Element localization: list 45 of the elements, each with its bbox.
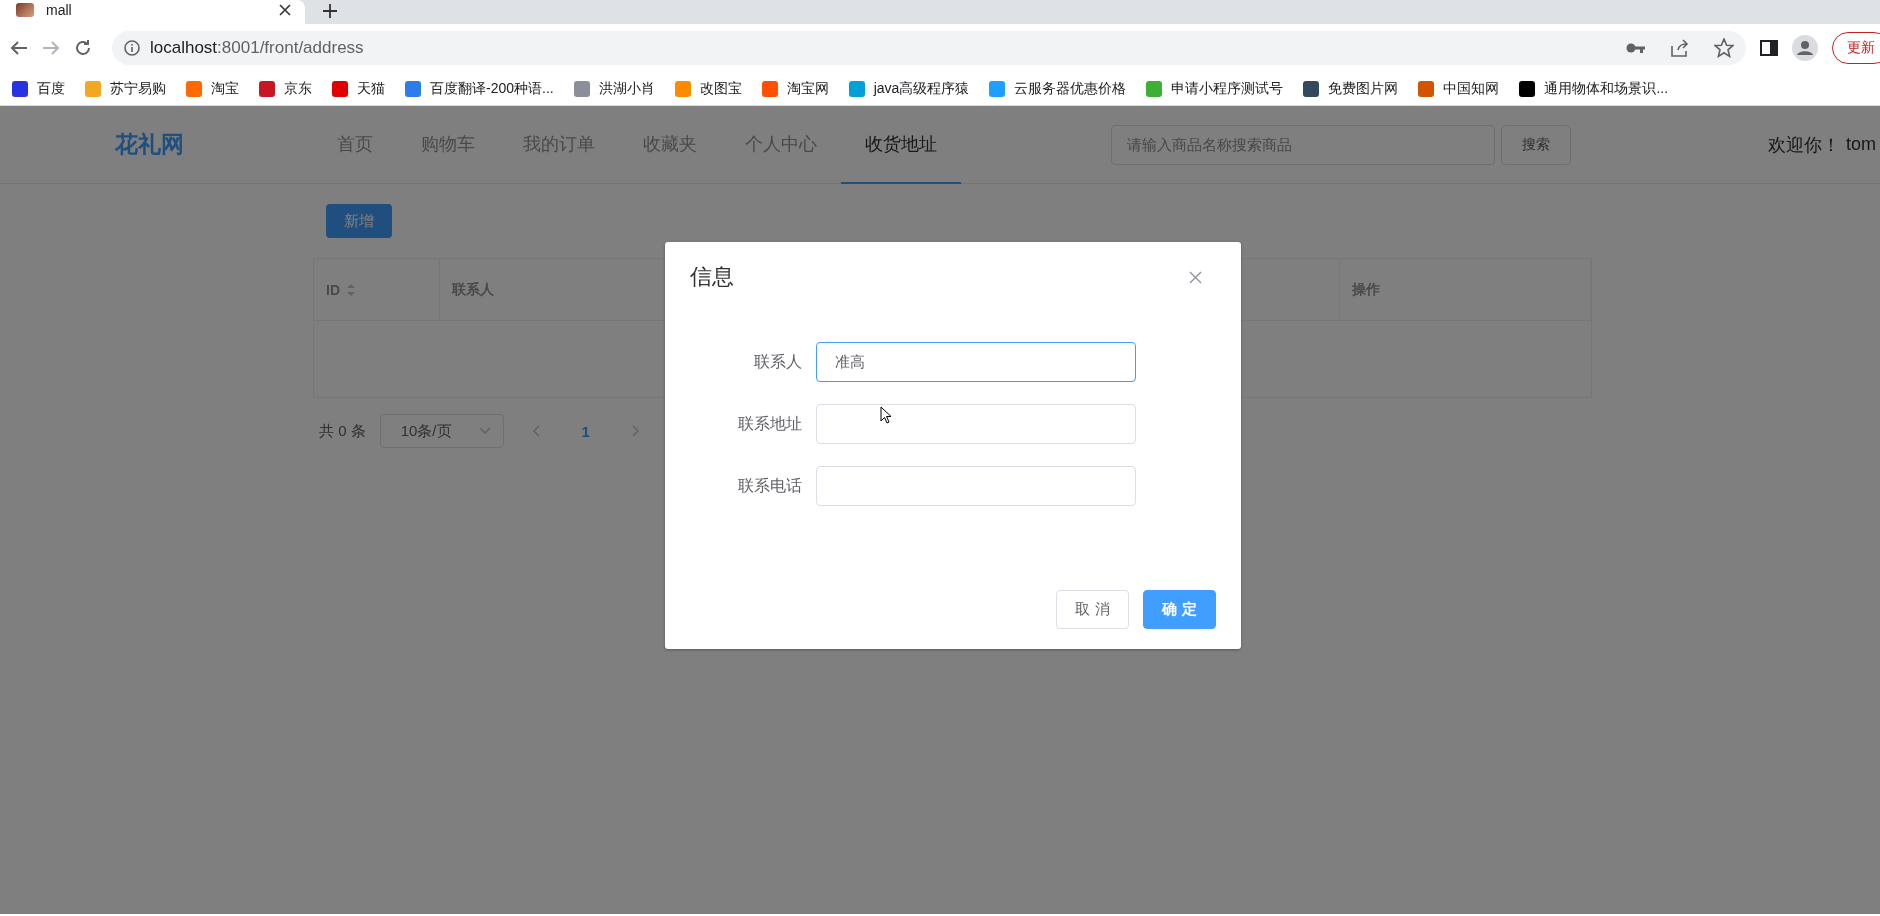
- close-icon[interactable]: [279, 4, 291, 16]
- text-input[interactable]: 准高: [816, 342, 1136, 382]
- bookmark-link[interactable]: 苏宁易购: [85, 79, 166, 98]
- field-label: 联系人: [753, 351, 803, 372]
- key-icon[interactable]: [1626, 42, 1646, 54]
- bookmark-link[interactable]: 百度: [12, 79, 65, 98]
- bookmark-link[interactable]: java高级程序猿: [848, 79, 970, 98]
- chevron-down-icon: [478, 427, 491, 435]
- star-icon[interactable]: [1714, 38, 1734, 58]
- mouse-pointer-icon: [880, 406, 892, 424]
- tab-favicon: [16, 3, 34, 17]
- text-input[interactable]: [816, 404, 1136, 444]
- field-label: 联系电话: [737, 475, 803, 496]
- bookmark-link[interactable]: 改图宝: [674, 79, 742, 98]
- info-icon: [124, 40, 140, 56]
- browser-tab[interactable]: mall: [0, 0, 305, 24]
- bookmark-link[interactable]: 京东: [259, 79, 312, 98]
- cancel-button[interactable]: 取 消: [1056, 590, 1129, 629]
- nav-tab[interactable]: 收货地址: [841, 105, 961, 184]
- bookmark-link[interactable]: 免费图片网: [1303, 79, 1399, 98]
- bookmark-link[interactable]: 申请小程序测试号: [1146, 79, 1284, 98]
- back-icon[interactable]: [10, 40, 28, 56]
- bookmark-link[interactable]: 通用物体和场景识...: [1519, 79, 1669, 98]
- text-input[interactable]: [816, 466, 1136, 506]
- bookmark-link[interactable]: 中国知网: [1418, 79, 1500, 98]
- new-tab-icon[interactable]: [323, 4, 337, 18]
- bookmark-link[interactable]: 洪湖小肖: [573, 79, 655, 98]
- field-label: 联系地址: [737, 413, 803, 434]
- bookmark-link[interactable]: 淘宝网: [761, 79, 829, 98]
- reload-icon[interactable]: [74, 39, 92, 57]
- side-panel-icon[interactable]: [1760, 40, 1778, 56]
- bookmark-link[interactable]: 云服务器优惠价格: [989, 79, 1127, 98]
- dialog-title: 信息: [690, 263, 734, 291]
- bookmark-link[interactable]: 天猫: [332, 79, 385, 98]
- address-bar[interactable]: localhost:8001/front/address: [112, 31, 1746, 65]
- url-text: localhost:8001/front/address: [150, 38, 365, 58]
- tab-title: mall: [46, 2, 73, 18]
- profile-icon[interactable]: [1792, 35, 1818, 61]
- share-icon[interactable]: [1670, 39, 1690, 57]
- update-button[interactable]: 更新: [1832, 32, 1880, 64]
- bookmark-link[interactable]: 百度翻译-200种语...: [405, 79, 554, 98]
- total-count: 共 0 条: [319, 421, 366, 441]
- welcome-text: 欢迎你！: [1768, 133, 1840, 157]
- bookmark-link[interactable]: 淘宝: [186, 79, 239, 98]
- user-name[interactable]: tom: [1846, 134, 1876, 155]
